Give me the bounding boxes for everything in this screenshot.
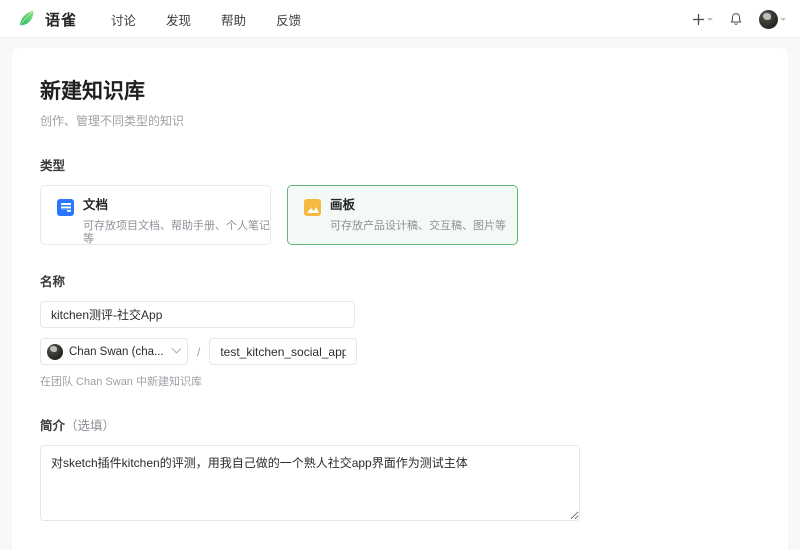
name-section-label: 名称 xyxy=(40,275,66,290)
team-hint: 在团队 Chan Swan 中新建知识库 xyxy=(40,376,202,389)
document-icon xyxy=(57,199,74,217)
type-card-board[interactable]: 画板 可存放产品设计稿、交互稿、图片等 xyxy=(287,185,518,246)
header-actions xyxy=(692,9,786,29)
repo-path-input[interactable] xyxy=(209,338,358,366)
nav-feedback[interactable]: 反馈 xyxy=(276,10,301,29)
type-card-document-desc: 可存放项目文档、帮助手册、个人笔记等 xyxy=(83,220,270,246)
top-header: 语雀 讨论 发现 帮助 反馈 xyxy=(0,0,800,38)
type-card-board-title: 画板 xyxy=(330,198,356,213)
bell-icon xyxy=(730,12,742,25)
nav-discuss[interactable]: 讨论 xyxy=(111,10,136,29)
create-new-button[interactable] xyxy=(692,13,713,26)
type-options: 文档 可存放项目文档、帮助手册、个人笔记等 画板 可存放产品设计稿、交互稿、图片… xyxy=(40,185,760,245)
chevron-down-icon xyxy=(780,17,786,21)
chevron-down-icon xyxy=(171,344,182,354)
repo-description-textarea[interactable] xyxy=(40,445,580,522)
path-row: Chan Swan (cha... / xyxy=(40,338,760,366)
team-avatar xyxy=(47,343,63,360)
type-card-board-text: 画板 可存放产品设计稿、交互稿、图片等 xyxy=(330,198,506,233)
nav-help[interactable]: 帮助 xyxy=(221,10,246,29)
description-section-label: 简介（选填） xyxy=(40,415,760,434)
notifications-button[interactable] xyxy=(729,12,743,27)
description-label-text: 简介 xyxy=(40,419,66,434)
type-card-document-text: 文档 可存放项目文档、帮助手册、个人笔记等 xyxy=(83,198,270,246)
new-repo-card: 新建知识库 创作、管理不同类型的知识 类型 文档 可存放项目文档、帮助手册、个人… xyxy=(12,48,788,550)
type-section: 类型 文档 可存放项目文档、帮助手册、个人笔记等 画板 可存放产品设计稿、交互稿… xyxy=(40,155,760,245)
type-card-board-desc: 可存放产品设计稿、交互稿、图片等 xyxy=(330,220,506,233)
type-card-document[interactable]: 文档 可存放项目文档、帮助手册、个人笔记等 xyxy=(40,185,271,245)
brand-name: 语雀 xyxy=(45,11,78,29)
description-section: 简介（选填） xyxy=(40,415,760,526)
user-menu-button[interactable] xyxy=(759,9,786,29)
name-section: 名称 Chan Swan (cha... / 在团队 Chan Swan 中新建… xyxy=(40,271,760,389)
team-select[interactable]: Chan Swan (cha... xyxy=(40,338,188,366)
page-wrapper: 新建知识库 创作、管理不同类型的知识 类型 文档 可存放项目文档、帮助手册、个人… xyxy=(0,38,800,550)
yuque-bird-logo-icon xyxy=(19,10,34,26)
avatar xyxy=(759,9,778,29)
main-nav: 讨论 发现 帮助 反馈 xyxy=(111,10,301,29)
plus-icon xyxy=(692,13,705,25)
nav-discover[interactable]: 发现 xyxy=(166,10,191,29)
brand-logo-link[interactable]: 语雀 xyxy=(16,8,77,30)
page-title: 新建知识库 xyxy=(40,80,145,103)
team-select-label: Chan Swan (cha... xyxy=(69,345,164,358)
chevron-down-icon xyxy=(707,17,713,21)
path-separator: / xyxy=(197,344,201,359)
description-optional-text: （选填） xyxy=(65,419,116,434)
board-image-icon xyxy=(304,199,321,217)
type-section-label: 类型 xyxy=(40,159,66,174)
page-subtitle: 创作、管理不同类型的知识 xyxy=(40,114,185,129)
repo-name-input[interactable] xyxy=(40,301,355,329)
type-card-document-title: 文档 xyxy=(83,198,109,213)
